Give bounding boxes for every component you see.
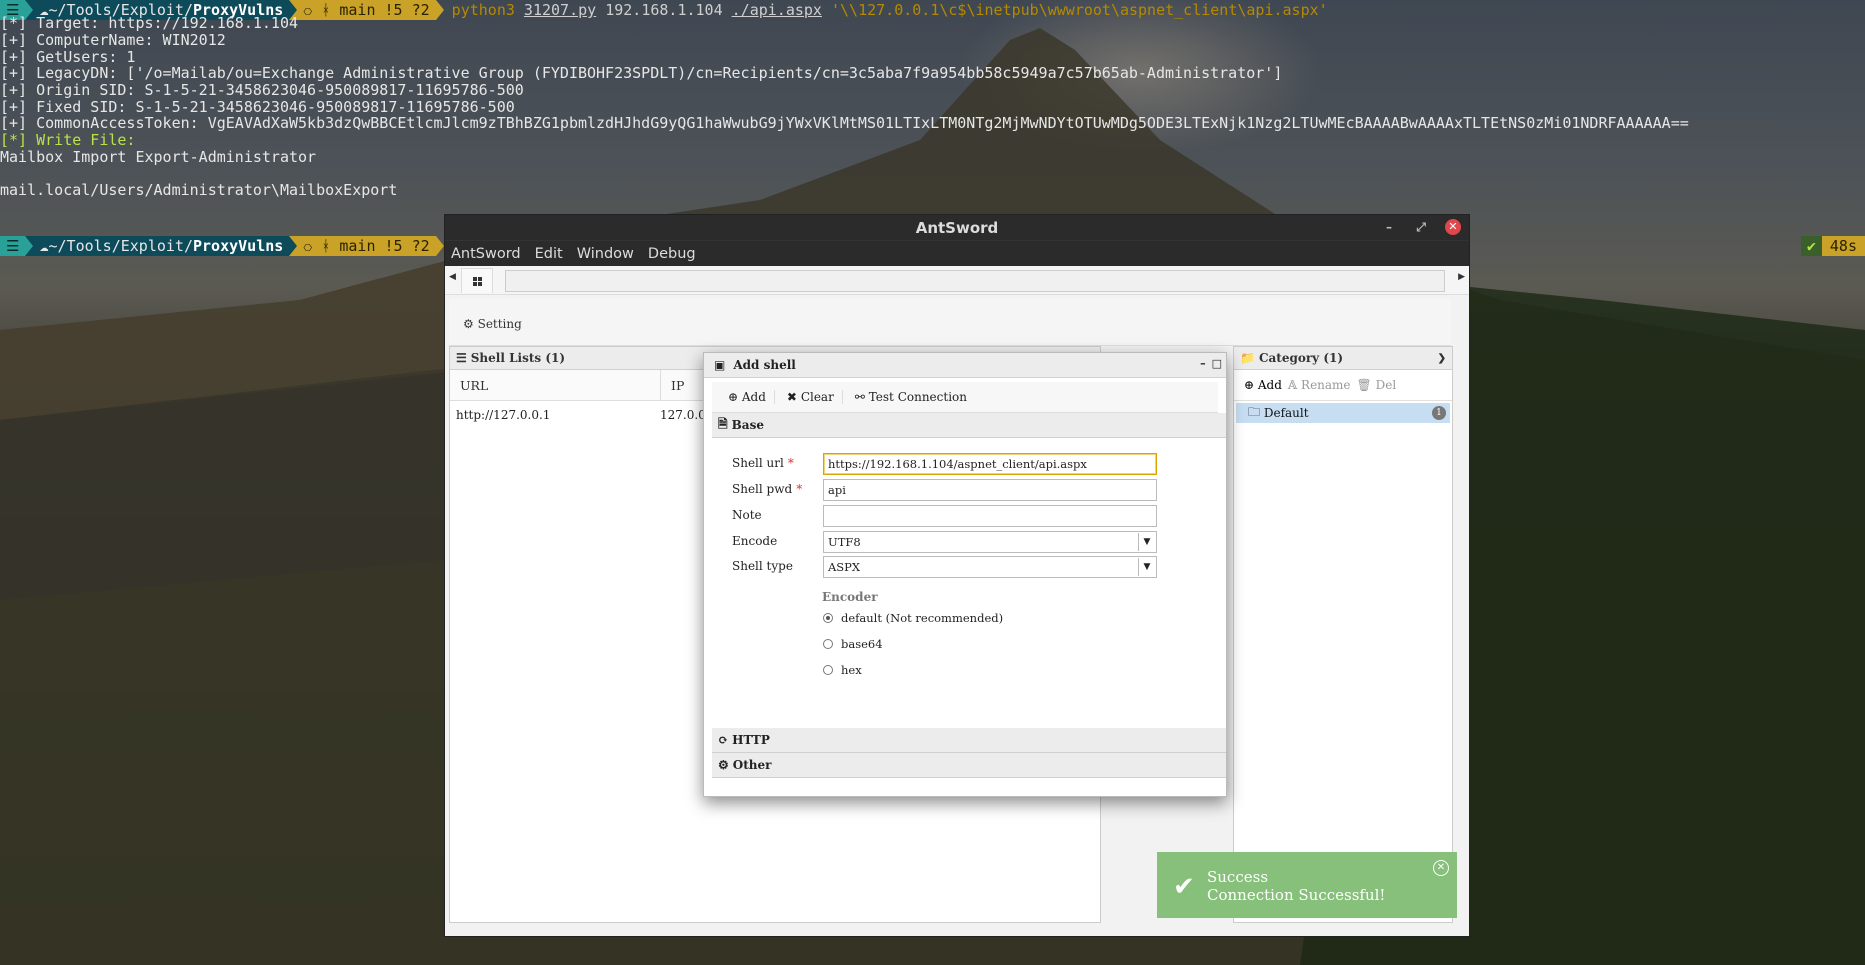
folder-open-icon: 🗀 [1248, 404, 1261, 419]
add-button[interactable]: ⊕ Add [720, 390, 775, 404]
toast-close-icon[interactable]: ✕ [1433, 860, 1449, 876]
toast-message: Connection Successful! [1207, 886, 1386, 904]
setting-button[interactable]: ⚙ Setting [463, 317, 522, 331]
tab-scroll-left-icon[interactable]: ◀ [449, 272, 456, 282]
dialog-toolbar: ⊕ Add ✖ Clear ⚯ Test Connection [712, 382, 1218, 413]
tab-scroll-right-icon[interactable]: ▶ [1458, 272, 1465, 282]
toast-title: Success [1207, 868, 1269, 886]
category-header: 📁 Category (1) ❯ [1234, 347, 1452, 370]
shell-type-select[interactable]: ASPX ▼ [823, 556, 1157, 578]
list-icon: ☰ [456, 351, 467, 365]
git-status: ⎔ ᚼ main !5 ?2 [297, 236, 436, 256]
encoder-option-base64[interactable]: base64 [823, 637, 883, 651]
menu-antsword[interactable]: AntSword [451, 246, 521, 262]
checkmark-icon: ✔ [1173, 872, 1195, 902]
count-badge: 1 [1432, 406, 1446, 420]
section-http[interactable]: ⟳ HTTP [712, 728, 1226, 753]
git-status: ⎔ ᚼ main !5 ?2 [297, 0, 436, 20]
category-toolbar: ⊕ Add 𝔸 Rename 🗑 Del [1234, 370, 1452, 401]
shell-url-input[interactable]: https://192.168.1.104/aspnet_client/api.… [823, 453, 1157, 475]
file-icon: 🗎 [718, 416, 728, 431]
encode-label: Encode [732, 534, 778, 548]
export-line: mail.local/Users/Administrator\MailboxEx… [0, 181, 398, 199]
shell-type-label: Shell type [732, 559, 793, 573]
right-prompt-status: ✔ 48s [1800, 236, 1865, 256]
refresh-icon: ⟳ [718, 733, 729, 747]
minimize-button[interactable]: – [1381, 220, 1397, 234]
menu-window[interactable]: Window [577, 246, 634, 262]
radio-checked-icon [823, 613, 833, 623]
dialog-titlebar[interactable]: ▣ Add shell – □ [704, 353, 1226, 378]
os-icon: ☰ [0, 236, 26, 256]
menu-edit[interactable]: Edit [535, 246, 563, 262]
encoder-label: Encoder [822, 590, 878, 604]
category-add-button[interactable]: ⊕ Add [1244, 378, 1282, 392]
shell-url-label: Shell url * [732, 456, 794, 470]
chevron-down-icon: ▼ [1138, 533, 1155, 551]
terminal-prompt-2: ☰ ☁~/Tools/Exploit/ProxyVulns ⎔ ᚼ main !… [0, 236, 444, 256]
encode-select[interactable]: UTF8 ▼ [823, 531, 1157, 553]
close-window-button[interactable]: ✕ [1445, 219, 1461, 235]
gear-icon: ⚙ [463, 317, 474, 331]
folder-icon: 📁 [1240, 351, 1255, 365]
window-icon: ▣ [714, 358, 726, 372]
dialog-title: Add shell [733, 358, 796, 372]
spinner-icon: ⚯ [854, 390, 865, 404]
category-panel: 📁 Category (1) ❯ ⊕ Add 𝔸 Rename 🗑 Del 🗀 D… [1233, 346, 1453, 923]
setting-toolbar: ⚙ Setting [449, 299, 1451, 346]
mailbox-line: Mailbox Import Export-Administrator [0, 148, 317, 166]
plus-circle-icon: ⊕ [728, 390, 739, 404]
tab-strip [505, 270, 1445, 292]
x-icon: ✖ [786, 390, 797, 404]
output-line: [+] CommonAccessToken: VgEAVAdXaW5kb3dzQ… [0, 114, 1689, 132]
prompt-path: ☁~/Tools/Exploit/ProxyVulns [33, 236, 290, 256]
category-item-default[interactable]: 🗀 Default 1 [1236, 403, 1450, 423]
dialog-maximize-button[interactable]: □ [1212, 357, 1222, 370]
tab-bar: ◀ ▶ [445, 266, 1469, 295]
radio-icon [823, 665, 833, 675]
menu-debug[interactable]: Debug [648, 246, 696, 262]
window-titlebar[interactable]: AntSword – ⤢ ✕ [445, 215, 1469, 240]
chevron-down-icon: ▼ [1138, 558, 1155, 576]
note-input[interactable] [823, 505, 1157, 527]
chevron-right-icon[interactable]: ❯ [1438, 353, 1446, 364]
category-rename-button[interactable]: 𝔸 Rename [1288, 378, 1351, 392]
maximize-button[interactable]: ⤢ [1413, 220, 1429, 235]
cogs-icon: ⚙ [718, 758, 729, 772]
shell-pwd-label: Shell pwd * [732, 482, 803, 496]
elapsed-time: 48s [1821, 236, 1865, 256]
encoder-option-default[interactable]: default (Not recommended) [823, 611, 1003, 625]
command-line: python3 31207.py 192.168.1.104 ./api.asp… [451, 1, 1328, 19]
shell-pwd-input[interactable]: api [823, 479, 1157, 501]
clear-button[interactable]: ✖ Clear [779, 390, 843, 404]
add-shell-dialog: ▣ Add shell – □ ⊕ Add ✖ Clear ⚯ Test Con… [703, 352, 1227, 797]
grid-icon [472, 276, 482, 286]
section-base[interactable]: 🗎 Base [712, 413, 1226, 438]
cell-url: http://127.0.0.1 [456, 408, 551, 422]
window-title: AntSword [915, 219, 999, 237]
tab-home[interactable] [461, 268, 493, 293]
column-url[interactable]: URL [450, 370, 661, 400]
category-del-button[interactable]: 🗑 Del [1357, 378, 1397, 392]
base-form: Shell url * https://192.168.1.104/aspnet_… [712, 438, 1226, 728]
radio-icon [823, 639, 833, 649]
dialog-minimize-button[interactable]: – [1200, 357, 1206, 370]
success-toast: ✔ Success Connection Successful! ✕ [1157, 852, 1457, 918]
section-other[interactable]: ⚙ Other [712, 753, 1226, 778]
menu-bar: AntSword Edit Window Debug [445, 240, 1469, 266]
encoder-option-hex[interactable]: hex [823, 663, 862, 677]
success-check-icon: ✔ [1800, 236, 1822, 256]
test-connection-button[interactable]: ⚯ Test Connection [847, 390, 975, 404]
note-label: Note [732, 508, 762, 522]
